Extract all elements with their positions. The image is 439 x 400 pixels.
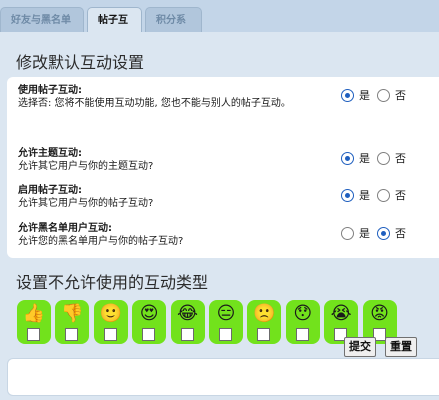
setting-row-use-reactions: 使用帖子互动: 选择否: 您将不能使用互动功能, 您也不能与别人的帖子互动。 是… — [18, 84, 433, 110]
setting-row-post-reactions: 启用帖子互动: 允许其它用户与你的帖子互动? 是 否 — [18, 184, 433, 210]
radio-group: 是 否 — [341, 187, 413, 203]
radio-yes[interactable] — [341, 188, 354, 202]
reaction-tile-sad: 🙁 — [247, 300, 282, 344]
tab-points-system[interactable]: 积分系统 — [145, 7, 202, 51]
radio-no-label: 否 — [395, 189, 406, 202]
reaction-tile-unamused: 😑 — [208, 300, 243, 344]
heart-eyes-icon: 😍 — [139, 303, 159, 324]
laughing-tears-icon: 😂 — [177, 303, 199, 324]
angry-icon: 😡 — [370, 303, 389, 324]
radio-no[interactable] — [377, 188, 390, 202]
radio-no-label: 否 — [395, 152, 406, 165]
radio-no[interactable] — [377, 226, 390, 240]
radio-no-label: 否 — [395, 89, 406, 102]
radio-yes[interactable] — [341, 88, 354, 102]
section-title-default-settings: 修改默认互动设置 — [16, 53, 145, 72]
form-actions-panel — [7, 358, 439, 396]
radio-group: 是 否 — [341, 87, 413, 103]
radio-yes[interactable] — [341, 151, 354, 165]
unamused-icon: 😑 — [216, 303, 236, 324]
crying-icon: 😭 — [330, 303, 352, 324]
radio-yes-label: 是 — [359, 189, 370, 202]
reaction-tile-thumbs-up: 👍 — [17, 300, 51, 344]
sad-icon: 🙁 — [253, 303, 276, 324]
reaction-tile-laughing-tears: 😂 — [170, 300, 205, 344]
reaction-checkbox[interactable] — [180, 328, 194, 341]
reaction-checkbox[interactable] — [142, 328, 156, 341]
radio-no[interactable] — [377, 151, 390, 165]
radio-yes-label: 是 — [359, 152, 370, 165]
tab-post-reactions[interactable]: 帖子互动 — [87, 7, 142, 51]
radio-yes[interactable] — [341, 226, 354, 240]
setting-row-blacklist-reactions: 允许黑名单用户互动: 允许您的黑名单用户与你的帖子互动? 是 否 — [18, 222, 433, 248]
smile-icon: 🙂 — [99, 303, 122, 324]
settings-panel: 使用帖子互动: 选择否: 您将不能使用互动功能, 您也不能与别人的帖子互动。 是… — [7, 77, 439, 258]
reaction-checkbox[interactable] — [103, 328, 117, 341]
radio-no[interactable] — [377, 88, 390, 102]
radio-yes-label: 是 — [359, 227, 370, 240]
tab-friends-blacklist[interactable]: 好友与黑名单 — [0, 7, 84, 32]
radio-group: 是 否 — [341, 225, 413, 241]
reaction-tile-smile: 🙂 — [93, 300, 128, 344]
reaction-tile-surprised: 😯 — [285, 300, 320, 344]
reaction-checkbox[interactable] — [65, 328, 79, 341]
submit-button[interactable]: 提交 — [344, 337, 376, 357]
thumbs-down-icon: 👎 — [61, 303, 84, 324]
thumbs-up-icon: 👍 — [22, 303, 46, 324]
reaction-checkbox[interactable] — [295, 328, 309, 341]
radio-no-label: 否 — [395, 227, 406, 240]
surprised-icon: 😯 — [293, 303, 313, 324]
radio-group: 是 否 — [341, 150, 413, 166]
reaction-checkbox[interactable] — [218, 328, 232, 341]
reaction-checkbox[interactable] — [27, 328, 40, 341]
setting-row-topic-reactions: 允许主题互动: 允许其它用户与你的主题互动? 是 否 — [18, 147, 433, 173]
reaction-tile-heart-eyes: 😍 — [132, 300, 167, 344]
radio-yes-label: 是 — [359, 89, 370, 102]
reset-button[interactable]: 重置 — [385, 337, 417, 357]
reaction-tile-thumbs-down: 👎 — [55, 300, 90, 344]
tab-bar: 好友与黑名单 帖子互动 积分系统 — [0, 7, 205, 51]
reaction-checkbox[interactable] — [257, 328, 271, 341]
section-title-disallowed-types: 设置不允许使用的互动类型 — [16, 273, 209, 292]
